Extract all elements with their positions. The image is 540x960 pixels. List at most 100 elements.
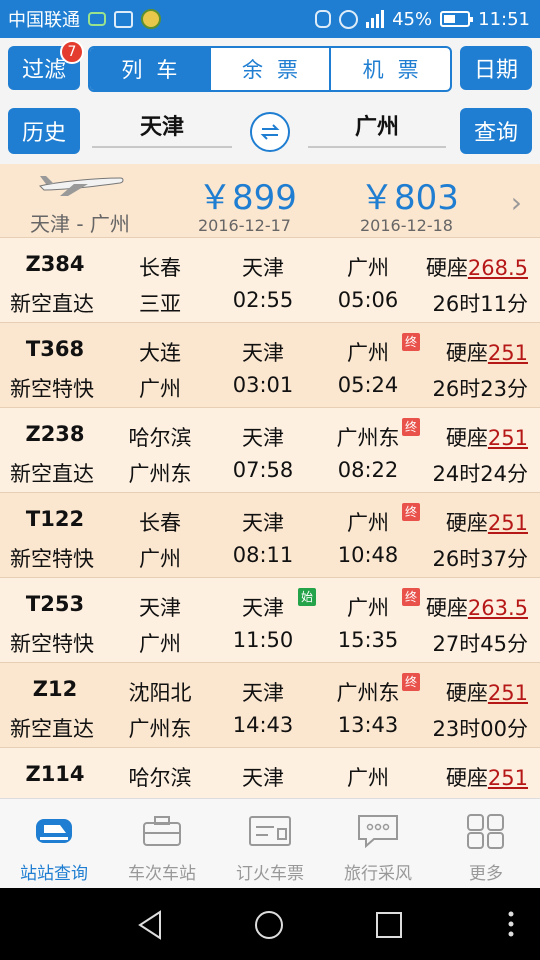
train-row[interactable]: T122 新空特快 长春 广州 天津 08:11 广州 终 10:48 硬座25…	[0, 493, 540, 578]
travel-duration: 24时24分	[432, 462, 528, 486]
train-row[interactable]: T368 新空特快 大连 广州 天津 03:01 广州 终 05:24 硬座25…	[0, 323, 540, 408]
nav-more[interactable]: 更多	[432, 799, 540, 888]
seat-fare: 硬座251	[446, 422, 528, 452]
nav-label: 订火车票	[236, 864, 304, 884]
date-button[interactable]: 日期	[460, 46, 532, 90]
seat-fare: 硬座251	[446, 677, 528, 707]
chevron-right-icon: ›	[510, 186, 522, 219]
recent-apps-icon[interactable]	[372, 908, 406, 942]
grid-icon	[467, 814, 504, 849]
depart-station: 天津	[242, 511, 284, 535]
train-type: 新空直达	[10, 462, 94, 486]
nav-train-station[interactable]: 车次车站	[108, 799, 216, 888]
seat-type: 硬座	[445, 766, 488, 790]
mode-tabs: 列车 余票 机票	[88, 46, 452, 92]
flight-price-banner[interactable]: 天津 - 广州 ￥899 2016-12-17 ￥803 2016-12-18 …	[0, 164, 540, 238]
travel-duration: 27时45分	[432, 632, 528, 656]
nav-travel-notes[interactable]: 旅行采风	[324, 799, 432, 888]
origin-station: 长春	[139, 511, 181, 535]
arrive-station: 广州	[347, 766, 389, 790]
battery-icon	[440, 11, 474, 27]
message-icon	[88, 12, 106, 26]
train-type: 新空特快	[10, 547, 94, 571]
depart-station: 天津	[242, 426, 284, 450]
fare-link[interactable]: 251	[488, 426, 528, 450]
battery-percent: 45%	[392, 8, 433, 30]
seat-fare: 硬座268.5	[426, 252, 528, 282]
origin-station: 天津	[139, 596, 181, 620]
to-city-field[interactable]: 广州	[308, 108, 446, 148]
train-row[interactable]: T253 新空特快 天津 广州 天津 始 11:50 广州 终 15:35 硬座…	[0, 578, 540, 663]
terminal-tag: 终	[402, 418, 420, 436]
terminal-tag: 终	[402, 333, 420, 351]
chat-bubble-icon	[358, 815, 398, 849]
terminus-station: 三亚	[139, 292, 181, 316]
app-notification-icon	[141, 9, 161, 29]
vibrate-icon	[315, 10, 332, 28]
tab-remaining-tickets[interactable]: 余票	[208, 48, 330, 90]
terminal-tag: 终	[402, 673, 420, 691]
fare-link[interactable]: 251	[488, 341, 528, 365]
depart-time: 11:50	[232, 628, 294, 652]
flight-route: 天津 - 广州	[30, 212, 130, 236]
travel-duration: 23时00分	[432, 717, 528, 741]
seat-fare: 硬座251	[446, 762, 528, 792]
clock: 11:51	[478, 8, 530, 30]
depart-time: 08:11	[232, 543, 294, 567]
fare-link[interactable]: 268.5	[468, 256, 528, 280]
from-city-field[interactable]: 天津	[92, 108, 232, 148]
airplane-icon	[39, 176, 124, 196]
flight-price-2: ￥803	[360, 178, 459, 218]
arrive-time: 05:06	[337, 288, 399, 312]
fare-link[interactable]: 251	[488, 511, 528, 535]
tab-train[interactable]: 列车	[90, 48, 209, 90]
flight-date-2: 2016-12-18	[360, 216, 453, 235]
train-row[interactable]: Z238 新空直达 哈尔滨 广州东 天津 07:58 广州东 终 08:22 硬…	[0, 408, 540, 493]
overflow-menu-icon[interactable]	[508, 910, 514, 938]
depart-time: 14:43	[232, 713, 294, 737]
fare-link[interactable]: 251	[488, 766, 528, 790]
filter-label: 过滤	[21, 58, 66, 83]
train-row[interactable]: Z12 新空直达 沈阳北 广州东 天津 14:43 广州东 终 13:43 硬座…	[0, 663, 540, 748]
arrive-time: 05:24	[337, 373, 399, 397]
terminus-station: 广州	[139, 547, 181, 571]
filter-button[interactable]: 过滤 7	[8, 40, 84, 90]
train-row[interactable]: Z384 新空直达 长春 三亚 天津 02:55 广州 05:06 硬座268.…	[0, 238, 540, 323]
terminus-station: 广州东	[128, 717, 192, 741]
fare-link[interactable]: 263.5	[468, 596, 528, 620]
image-icon	[114, 10, 133, 28]
depart-time: 03:01	[232, 373, 294, 397]
seat-type: 硬座	[425, 256, 468, 280]
train-number: Z384	[25, 252, 85, 276]
depart-time: 02:55	[232, 288, 294, 312]
train-number: Z114	[25, 762, 85, 786]
back-icon[interactable]	[134, 908, 168, 942]
train-type: 新空直达	[10, 292, 94, 316]
travel-duration: 26时11分	[432, 292, 528, 316]
home-icon[interactable]	[252, 908, 286, 942]
arrive-station: 广州	[347, 511, 389, 535]
depart-station: 天津	[242, 681, 284, 705]
arrive-station: 广州东	[336, 681, 400, 705]
train-list: Z384 新空直达 长春 三亚 天津 02:55 广州 05:06 硬座268.…	[0, 238, 540, 798]
flight-price-1: ￥899	[198, 178, 297, 218]
search-bar: 历史 天津 广州 查询	[0, 100, 540, 164]
origin-station: 哈尔滨	[128, 426, 192, 450]
nav-station-query[interactable]: 站站查询	[0, 799, 108, 888]
train-row[interactable]: Z114 哈尔滨 天津 广州 硬座251	[0, 748, 540, 798]
origin-tag: 始	[298, 588, 316, 606]
arrive-time: 15:35	[337, 628, 399, 652]
query-button[interactable]: 查询	[460, 108, 532, 154]
terminus-station: 广州	[139, 632, 181, 656]
briefcase-icon	[143, 816, 181, 846]
system-navigation-bar	[0, 888, 540, 960]
seat-type: 硬座	[445, 511, 488, 535]
history-button[interactable]: 历史	[8, 108, 80, 154]
train-icon	[36, 819, 72, 843]
swap-cities-button[interactable]	[250, 112, 290, 152]
train-type: 新空直达	[10, 717, 94, 741]
nav-book-ticket[interactable]: 订火车票	[216, 799, 324, 888]
fare-link[interactable]: 251	[488, 681, 528, 705]
tab-flight[interactable]: 机票	[329, 48, 450, 90]
depart-station: 天津	[242, 596, 284, 620]
